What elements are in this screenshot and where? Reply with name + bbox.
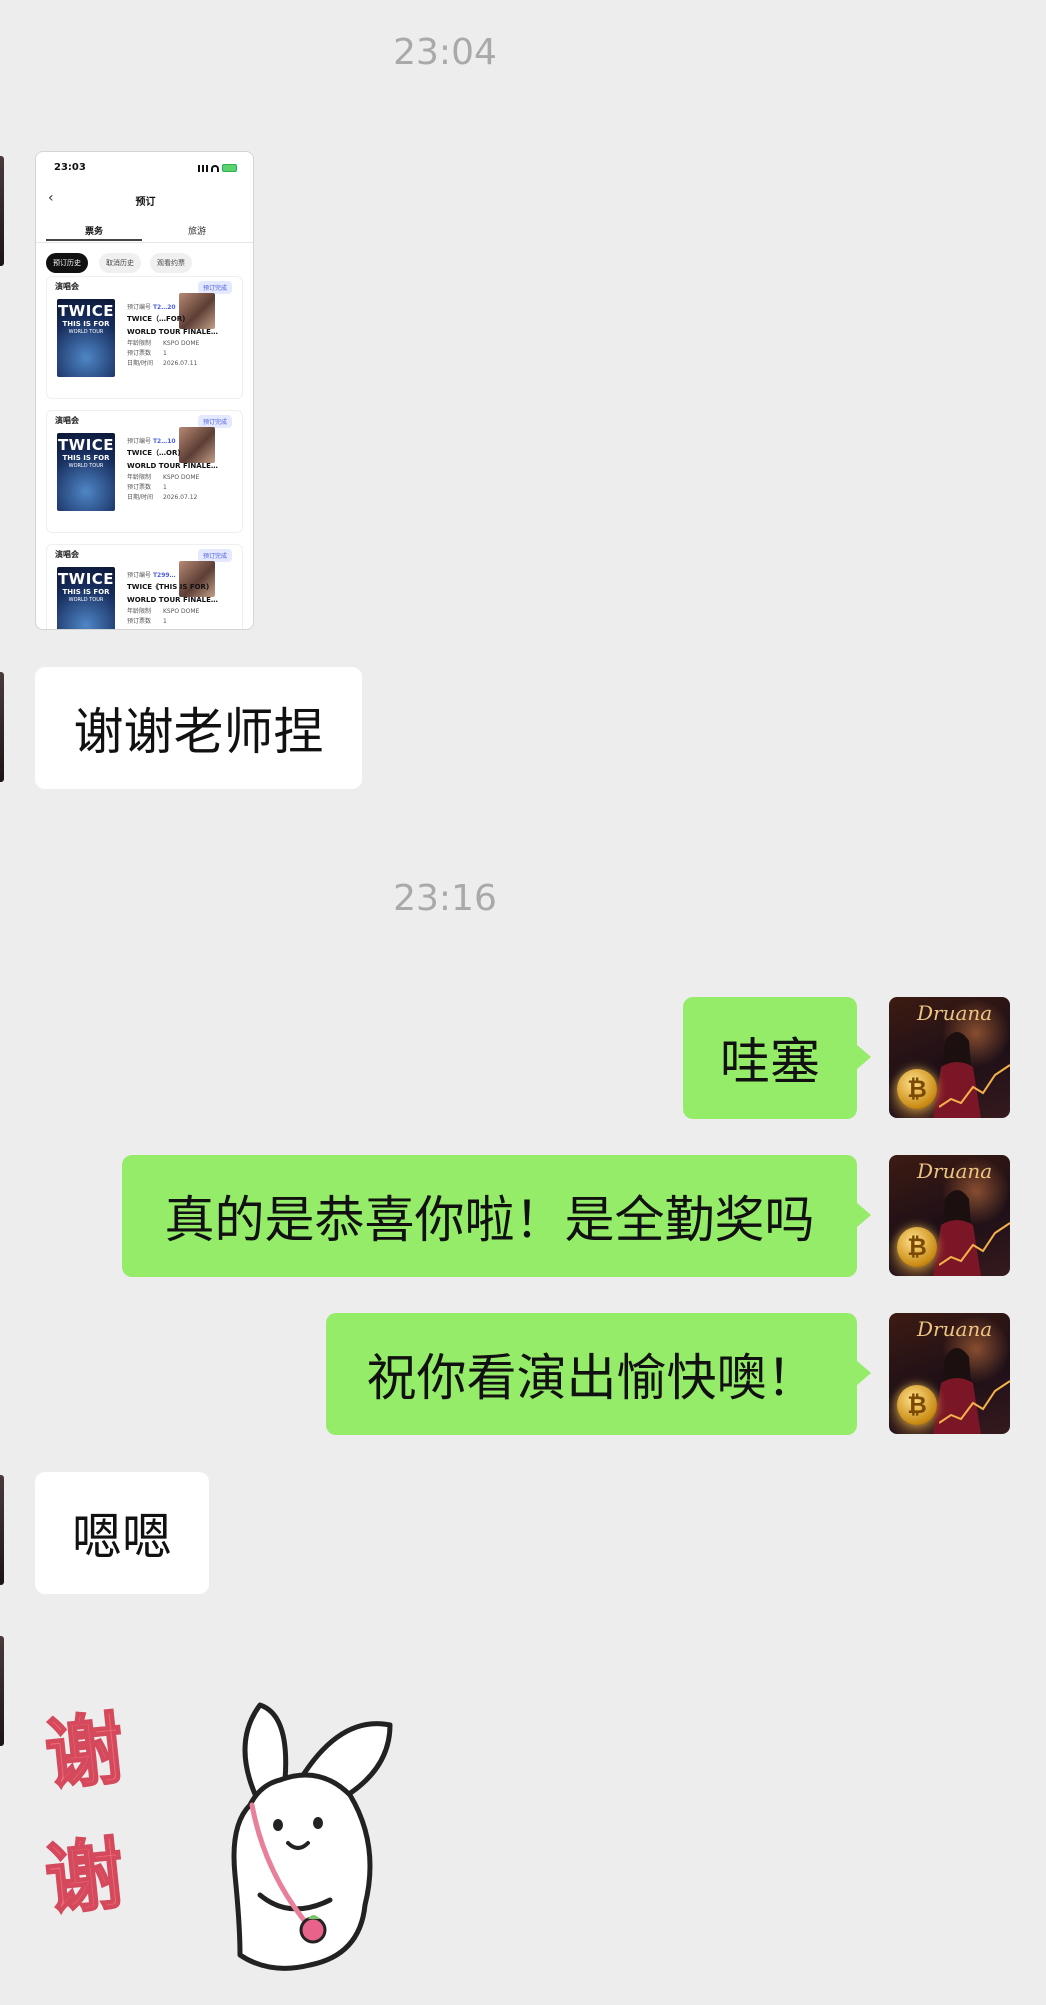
booking-info: 预订编号 T2…10 TWICE（…OR) WORLD TOUR FINALE……: [127, 438, 218, 501]
avatar-title: Druana: [917, 1159, 993, 1183]
concert-poster: TWICE THIS IS FOR WORLD TOUR: [57, 299, 115, 377]
status-icons: [198, 164, 237, 172]
booking-info: 预订编号 T2…20 TWICE（…FOR) WORLD TOUR FINALE…: [127, 304, 218, 367]
chip-booking-history: 预订历史: [46, 253, 88, 273]
battery-icon: [222, 164, 237, 172]
message-bubble-sent[interactable]: 真的是恭喜你啦！是全勤奖吗: [122, 1155, 871, 1277]
booking-info: 预订编号 T299… TWICE《THIS IS FOR) WORLD TOUR…: [127, 572, 218, 625]
signal-icon: [198, 164, 208, 172]
tab-tickets: 票务: [85, 227, 104, 237]
status-time: 23:03: [54, 162, 86, 173]
tab-travel: 旅游: [188, 227, 207, 237]
card-category: 演唱会: [55, 282, 79, 291]
bunny-icon: [231, 1702, 393, 1971]
timestamp: 23:04: [393, 32, 497, 73]
tab-underline: [46, 239, 142, 241]
bitcoin-icon: ₿: [897, 1227, 937, 1267]
divider: [36, 242, 253, 243]
message-bubble-sent[interactable]: 祝你看演出愉快噢！: [326, 1313, 871, 1435]
message-bubble-sent[interactable]: 哇塞: [683, 997, 871, 1119]
chart-icon: [939, 1380, 1010, 1424]
my-avatar[interactable]: Druana ₿: [889, 1155, 1010, 1276]
concert-poster: TWICE THIS IS FOR WORLD TOUR: [57, 567, 115, 629]
other-avatar-edge[interactable]: [0, 156, 4, 266]
screen-title: 预订: [135, 197, 156, 208]
wifi-icon: [211, 164, 219, 172]
booking-card: 演唱会 预订完成 TWICE THIS IS FOR WORLD TOUR 预订…: [46, 544, 243, 629]
chip-cancel-history: 取消历史: [99, 253, 141, 273]
sticker-text: 谢: [40, 1828, 129, 1928]
message-bubble-received[interactable]: 谢谢老师捏: [35, 667, 362, 789]
other-avatar-edge[interactable]: [0, 672, 4, 782]
card-category: 演唱会: [55, 550, 79, 559]
other-avatar-edge[interactable]: [0, 1475, 4, 1585]
chart-icon: [939, 1222, 1010, 1266]
chat-view: 23:04 23:03 ‹ 预订 票务 旅游 预订历史 取消历史 观看约票 演唱…: [0, 0, 1046, 2005]
concert-poster: TWICE THIS IS FOR WORLD TOUR: [57, 433, 115, 511]
card-category: 演唱会: [55, 416, 79, 425]
other-avatar-edge[interactable]: [0, 1636, 4, 1746]
thank-you-sticker[interactable]: 谢 谢: [40, 1685, 400, 1985]
bitcoin-icon: ₿: [897, 1385, 937, 1425]
avatar-title: Druana: [917, 1317, 993, 1341]
avatar-title: Druana: [917, 1001, 993, 1025]
sticker-text: 谢: [40, 1703, 129, 1803]
booking-card: 演唱会 预订完成 TWICE THIS IS FOR WORLD TOUR 预订…: [46, 276, 243, 399]
chart-icon: [939, 1064, 1010, 1108]
bitcoin-icon: ₿: [897, 1069, 937, 1109]
message-bubble-received[interactable]: 嗯嗯: [35, 1472, 209, 1594]
shared-screenshot[interactable]: 23:03 ‹ 预订 票务 旅游 预订历史 取消历史 观看约票 演唱会 预订完成…: [35, 151, 254, 630]
chip-watch: 观看约票: [150, 253, 192, 273]
my-avatar[interactable]: Druana ₿: [889, 1313, 1010, 1434]
timestamp: 23:16: [393, 878, 497, 919]
booking-card: 演唱会 预订完成 TWICE THIS IS FOR WORLD TOUR 预订…: [46, 410, 243, 533]
my-avatar[interactable]: Druana ₿: [889, 997, 1010, 1118]
